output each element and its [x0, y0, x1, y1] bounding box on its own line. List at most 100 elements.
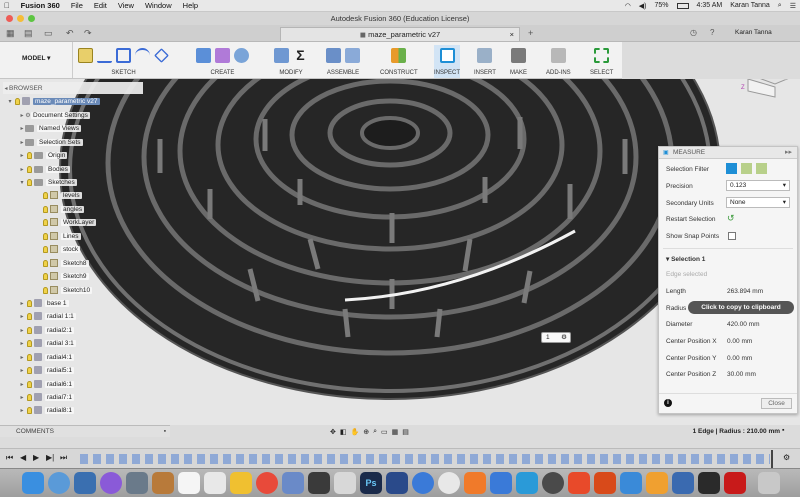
volume-icon[interactable]: ◀) — [639, 2, 647, 10]
stickies-icon[interactable] — [230, 472, 252, 494]
modify-group[interactable]: Σ MODIFY — [274, 45, 308, 78]
inspect-group[interactable]: INSPECT — [434, 45, 461, 78]
viewports-icon[interactable]: ▤ — [402, 428, 409, 436]
restart-selection-icon[interactable]: ↺ — [727, 213, 735, 224]
menu-app-name[interactable]: Fusion 360 — [21, 1, 60, 10]
visibility-icon[interactable] — [43, 232, 48, 240]
itunes-icon[interactable] — [100, 472, 122, 494]
status-toggle-icon[interactable]: ▪ — [782, 427, 784, 434]
redo-icon[interactable]: ↷ — [84, 28, 92, 39]
visibility-icon[interactable] — [27, 406, 32, 414]
battery-icon[interactable] — [676, 2, 689, 9]
center-x-value[interactable]: 0.00 mm — [727, 338, 752, 345]
orbit-icon[interactable]: ✥ — [330, 428, 336, 436]
browser-header[interactable]: ◂ BROWSER — [3, 82, 143, 94]
visibility-icon[interactable] — [43, 286, 48, 294]
terminal-icon[interactable] — [308, 472, 330, 494]
info-icon[interactable]: i — [664, 399, 672, 407]
component-item[interactable]: ▸ base 1 — [19, 297, 69, 309]
visibility-icon[interactable] — [27, 366, 32, 374]
wifi-icon[interactable]: ◠ — [625, 2, 631, 10]
visibility-icon[interactable] — [43, 259, 48, 267]
visibility-icon[interactable] — [27, 299, 32, 307]
visibility-icon[interactable] — [43, 205, 48, 213]
vscode-icon[interactable] — [672, 472, 694, 494]
zoom-icon[interactable]: ⊕ — [363, 428, 369, 436]
visibility-icon[interactable] — [27, 393, 32, 401]
safari-icon[interactable] — [48, 472, 70, 494]
workspace-switcher[interactable]: MODEL ▾ — [22, 54, 50, 62]
length-value[interactable]: 263.894 mm — [727, 288, 763, 295]
sketch-item[interactable]: Sketch10 — [41, 284, 93, 296]
tab-close-icon[interactable]: × — [510, 28, 514, 41]
sketch-item[interactable]: Sketch9 — [41, 270, 89, 282]
press-pull-icon[interactable] — [274, 47, 289, 63]
browser-item-named-views[interactable]: ▸ Named Views — [19, 122, 81, 134]
dimension-input[interactable]: 1 ⚙ — [541, 332, 571, 343]
extrude-icon[interactable] — [234, 47, 249, 63]
sketch-item[interactable]: Sketch8 — [41, 257, 89, 269]
expand-icon[interactable]: ▾ — [7, 98, 13, 105]
menu-window[interactable]: Window — [145, 1, 172, 10]
photoshop-icon[interactable]: Ps — [360, 472, 382, 494]
offset-plane-icon[interactable] — [391, 47, 407, 63]
trash-icon[interactable] — [758, 472, 780, 494]
list-icon[interactable]: ☰ — [790, 2, 796, 10]
timeline-play-icon[interactable]: ▶ — [33, 453, 39, 462]
rectangle-icon[interactable] — [116, 47, 131, 63]
component-item[interactable]: ▸ radial6:1 — [19, 378, 74, 390]
component-item[interactable]: ▸ radial2:1 — [19, 324, 74, 336]
browser-item-origin[interactable]: ▸ Origin — [19, 149, 68, 161]
joint-icon[interactable] — [345, 47, 360, 63]
3d-print-icon[interactable] — [511, 47, 526, 63]
save-icon[interactable]: ▭ — [44, 28, 53, 39]
visibility-icon[interactable] — [27, 339, 32, 347]
construct-group[interactable]: CONSTRUCT — [380, 45, 418, 78]
keynote-icon[interactable] — [282, 472, 304, 494]
add-ins-group[interactable]: ADD-INS — [546, 45, 571, 78]
polygon-icon[interactable] — [154, 47, 169, 63]
app-icon[interactable] — [568, 472, 590, 494]
browser-item-sketches[interactable]: ▾ Sketches — [19, 176, 77, 188]
parameters-icon[interactable]: Σ — [293, 48, 308, 63]
snap-points-checkbox[interactable] — [728, 232, 736, 240]
gear-icon[interactable]: ⚙ — [561, 333, 567, 343]
visibility-icon[interactable] — [43, 272, 48, 280]
select-icon[interactable] — [594, 47, 610, 63]
visibility-icon[interactable] — [27, 165, 32, 173]
system-preferences-icon[interactable] — [542, 472, 564, 494]
app-icon[interactable] — [620, 472, 642, 494]
itunes-icon[interactable] — [438, 472, 460, 494]
visibility-icon[interactable] — [43, 245, 48, 253]
menubar-user[interactable]: Karan Tanna — [730, 2, 770, 9]
form-icon[interactable] — [215, 47, 230, 63]
launchpad-icon[interactable] — [126, 472, 148, 494]
display-settings-icon[interactable]: ▭ — [381, 428, 388, 436]
scripts-icon[interactable] — [550, 47, 566, 63]
look-at-icon[interactable]: ◧ — [340, 428, 347, 436]
component-item[interactable]: ▸ radial 1:1 — [19, 310, 76, 322]
sketch-item[interactable]: WorkLayer — [41, 216, 97, 228]
app-icon[interactable] — [386, 472, 408, 494]
finder-icon[interactable] — [22, 472, 44, 494]
acrobat-icon[interactable] — [724, 472, 746, 494]
visibility-icon[interactable] — [15, 97, 20, 105]
close-window-icon[interactable] — [6, 15, 13, 22]
timeline-settings-icon[interactable]: ⚙ — [783, 453, 790, 462]
file-menu-icon[interactable]: ▤ — [24, 28, 33, 39]
visibility-icon[interactable] — [43, 191, 48, 199]
chrome-icon[interactable] — [256, 472, 278, 494]
measure-icon[interactable] — [439, 47, 455, 63]
job-status-icon[interactable]: ◷ — [690, 28, 697, 37]
comments-toggle-icon[interactable]: ▪ — [164, 426, 166, 438]
visibility-icon[interactable] — [27, 380, 32, 388]
select-group[interactable]: SELECT — [590, 45, 613, 78]
comments-panel[interactable]: COMMENTS ▪ — [0, 425, 170, 437]
component-item[interactable]: ▸ radial4:1 — [19, 351, 74, 363]
arc-icon[interactable] — [135, 47, 150, 63]
create-sketch-icon[interactable] — [78, 47, 93, 63]
undo-icon[interactable]: ↶ — [66, 28, 74, 39]
visibility-icon[interactable] — [27, 178, 32, 186]
pan-icon[interactable]: ✋ — [351, 428, 360, 436]
visibility-icon[interactable] — [27, 326, 32, 334]
